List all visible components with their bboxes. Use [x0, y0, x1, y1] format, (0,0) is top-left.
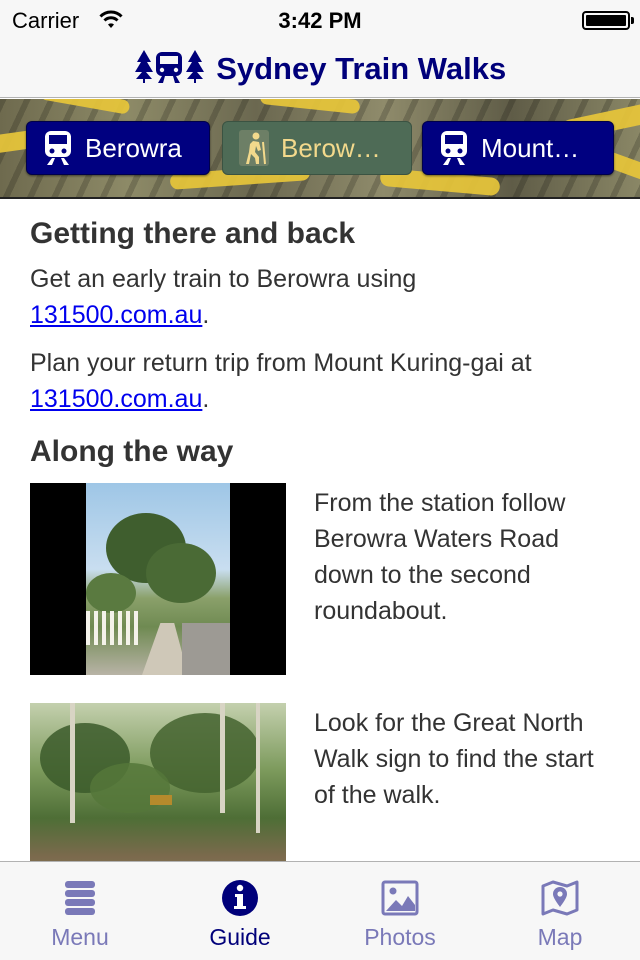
info-icon: [220, 878, 260, 918]
trees-train-logo-icon: [134, 48, 206, 89]
tab-photos[interactable]: Photos: [320, 862, 480, 960]
train-icon: [439, 130, 469, 166]
segment-end-station[interactable]: Mount…: [422, 121, 614, 175]
segment-end-label: Mount…: [481, 132, 580, 163]
tab-guide[interactable]: Guide: [160, 862, 320, 960]
return-paragraph: Plan your return trip from Mount Kuring-…: [30, 345, 610, 417]
segment-walk-label: Berow…: [281, 132, 381, 163]
step-photo-street[interactable]: [30, 483, 286, 675]
tab-photos-label: Photos: [364, 924, 436, 950]
navigation-bar: Sydney Train Walks: [0, 40, 640, 98]
segment-start-station[interactable]: Berowra: [26, 121, 210, 175]
map-icon: [540, 878, 580, 918]
train-icon: [43, 130, 73, 166]
return-trip-link[interactable]: 131500.com.au: [30, 385, 202, 413]
guide-content[interactable]: Getting there and back Get an early trai…: [0, 201, 640, 861]
segment-start-label: Berowra: [85, 132, 182, 163]
tab-map[interactable]: Map: [480, 862, 640, 960]
tab-menu[interactable]: Menu: [0, 862, 160, 960]
segment-walk[interactable]: Berow…: [222, 121, 412, 175]
clock: 3:42 PM: [278, 8, 362, 33]
page-title: Sydney Train Walks: [216, 50, 507, 86]
battery-icon: [582, 11, 634, 30]
outbound-suffix: .: [202, 301, 210, 329]
status-bar: Carrier 3:42 PM: [0, 0, 640, 40]
walk-step: From the station follow Berowra Waters R…: [30, 483, 610, 675]
menu-icon: [60, 878, 100, 918]
outbound-trip-link[interactable]: 131500.com.au: [30, 301, 202, 329]
getting-there-heading: Getting there and back: [30, 217, 356, 250]
outbound-paragraph: Get an early train to Berowra using 1315…: [30, 261, 610, 333]
tab-bar: Menu Guide Photos Map: [0, 861, 640, 960]
step-description: From the station follow Berowra Waters R…: [314, 489, 566, 625]
route-banner: Berowra Berow… Mount…: [0, 99, 640, 199]
return-suffix: .: [202, 385, 210, 413]
walk-step: Look for the Great North Walk sign to fi…: [30, 703, 610, 861]
step-photo-track[interactable]: [30, 703, 286, 861]
tab-map-label: Map: [537, 924, 583, 950]
tab-menu-label: Menu: [51, 924, 109, 950]
return-text: Plan your return trip from Mount Kuring-…: [30, 349, 532, 377]
outbound-text: Get an early train to Berowra using: [30, 265, 417, 293]
hiker-icon: [239, 130, 269, 166]
tab-guide-label: Guide: [209, 924, 271, 950]
photos-icon: [380, 878, 420, 918]
step-description: Look for the Great North Walk sign to fi…: [314, 709, 594, 809]
along-the-way-heading: Along the way: [30, 435, 234, 468]
